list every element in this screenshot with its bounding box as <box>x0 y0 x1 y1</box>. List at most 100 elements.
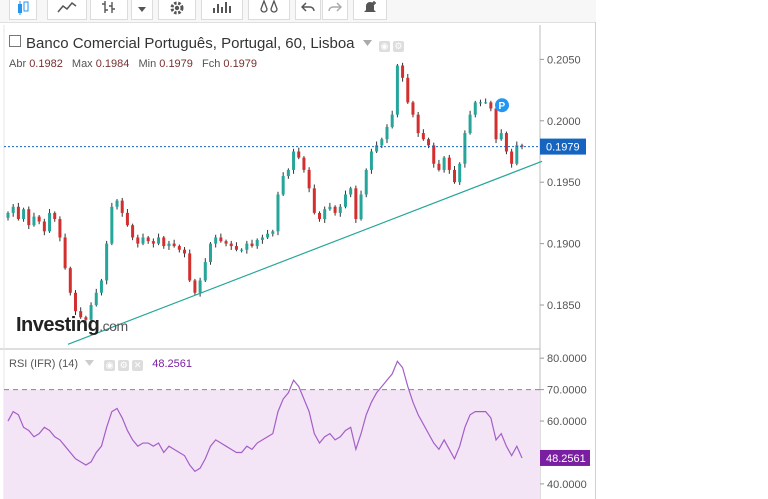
high-label: Max <box>71 58 93 70</box>
price-tick-label: 0.1900 <box>547 239 581 251</box>
candle-body <box>219 237 223 242</box>
candle-body <box>416 114 420 134</box>
rsi-value: 48.2561 <box>152 358 193 370</box>
candle-body <box>94 292 98 306</box>
candle-body <box>266 233 270 238</box>
candle-body <box>183 249 187 254</box>
candle-body <box>167 243 171 247</box>
rsi-close-icon[interactable]: ✕ <box>132 360 144 371</box>
candle-body <box>157 237 161 244</box>
candle-body <box>105 243 109 281</box>
candle-body <box>136 237 140 244</box>
candle-body <box>427 139 431 146</box>
candle-body <box>255 239 259 247</box>
candle-body <box>447 157 451 170</box>
candle-body <box>27 209 31 226</box>
candle-body <box>240 249 244 251</box>
close-label: Fch <box>201 58 221 70</box>
candle-body <box>302 157 306 170</box>
candle-body <box>343 194 347 207</box>
settings-icon[interactable]: ⚙ <box>392 41 404 52</box>
low-value: 0.1979 <box>159 58 193 70</box>
candle-body <box>307 169 311 189</box>
candle-body <box>58 219 62 238</box>
candle-body <box>442 157 446 170</box>
candle-body <box>151 241 155 244</box>
candle-body <box>484 102 488 104</box>
candle-body <box>411 102 415 115</box>
price-tick-label: 0.2050 <box>547 54 581 66</box>
candle-body <box>42 221 46 232</box>
open-value: 0.1982 <box>29 58 63 70</box>
candle-body <box>318 212 322 220</box>
candle-body <box>229 243 233 247</box>
candle-body <box>234 246 238 250</box>
candle-body <box>453 169 457 183</box>
candle-body <box>276 194 280 232</box>
candle-body <box>203 262 207 281</box>
candle-body <box>499 133 503 140</box>
close-value: 0.1979 <box>223 58 258 70</box>
candle-body <box>125 212 129 226</box>
rsi-legend: RSI (IFR) (14) ◉ ⚙ ✕ 48.2561 <box>9 358 192 371</box>
collapse-icon[interactable] <box>9 35 21 47</box>
visibility-icon[interactable]: ◉ <box>378 41 390 52</box>
rsi-tick-label: 80.0000 <box>547 353 587 365</box>
rsi-tick-label: 70.0000 <box>547 385 587 397</box>
candle-body <box>73 292 77 312</box>
candle-body <box>349 188 353 195</box>
candle-body <box>432 145 436 164</box>
candle-body <box>292 151 296 170</box>
rsi-dropdown-icon[interactable] <box>85 360 95 366</box>
candle-body <box>208 243 212 263</box>
candle-body <box>37 216 41 222</box>
legend-dropdown-icon[interactable] <box>362 40 372 46</box>
rsi-tick-label: 40.0000 <box>547 479 587 491</box>
candle-body <box>489 102 493 109</box>
candle-body <box>32 216 36 226</box>
candle-body <box>198 280 202 293</box>
candle-body <box>369 151 373 170</box>
rsi-visibility-icon[interactable]: ◉ <box>104 360 116 371</box>
candle-body <box>16 206 20 220</box>
candle-body <box>68 268 72 293</box>
candle-body <box>380 139 384 146</box>
candle-body <box>11 206 15 213</box>
news-marker-label: P <box>499 101 506 112</box>
rsi-tick-label: 60.0000 <box>547 416 587 428</box>
candle-body <box>224 241 228 244</box>
candle-body <box>63 237 67 269</box>
candle-body <box>473 102 477 115</box>
candle-body <box>354 188 358 220</box>
chart-title: Banco Comercial Português, Portugal, 60,… <box>26 35 355 52</box>
low-label: Min <box>138 58 157 70</box>
rsi-value-label: 48.2561 <box>546 453 586 465</box>
candle-body <box>364 169 368 195</box>
open-label: Abr <box>9 58 27 70</box>
candle-body <box>115 200 119 207</box>
candle-body <box>281 176 285 195</box>
rsi-settings-icon[interactable]: ⚙ <box>118 360 130 371</box>
investing-logo: Investing.com <box>16 314 128 336</box>
candle-body <box>333 206 337 213</box>
candle-body <box>385 126 389 140</box>
candle-body <box>468 114 472 134</box>
candle-body <box>390 114 394 127</box>
candle-body <box>260 237 264 240</box>
candle-body <box>463 133 467 164</box>
candle-body <box>245 243 249 250</box>
price-tick-label: 0.2000 <box>547 116 581 128</box>
candle-body <box>6 212 10 218</box>
candle-body <box>131 225 135 238</box>
price-chart[interactable]: 0.2050 0.2000 0.1950 0.1900 0.1850 80.0000 70… <box>0 0 768 499</box>
candle-body <box>478 102 482 104</box>
candle-body <box>515 145 519 164</box>
ohlc-readout: Abr 0.1982 Max 0.1984 Min 0.1979 Fch 0.1… <box>9 58 263 70</box>
candle-body <box>312 188 316 213</box>
candle-body <box>328 206 332 210</box>
candle-body <box>172 243 176 247</box>
candle-body <box>141 237 145 244</box>
candle-body <box>48 212 52 232</box>
candle-body <box>177 246 181 250</box>
candle-body <box>193 280 197 293</box>
